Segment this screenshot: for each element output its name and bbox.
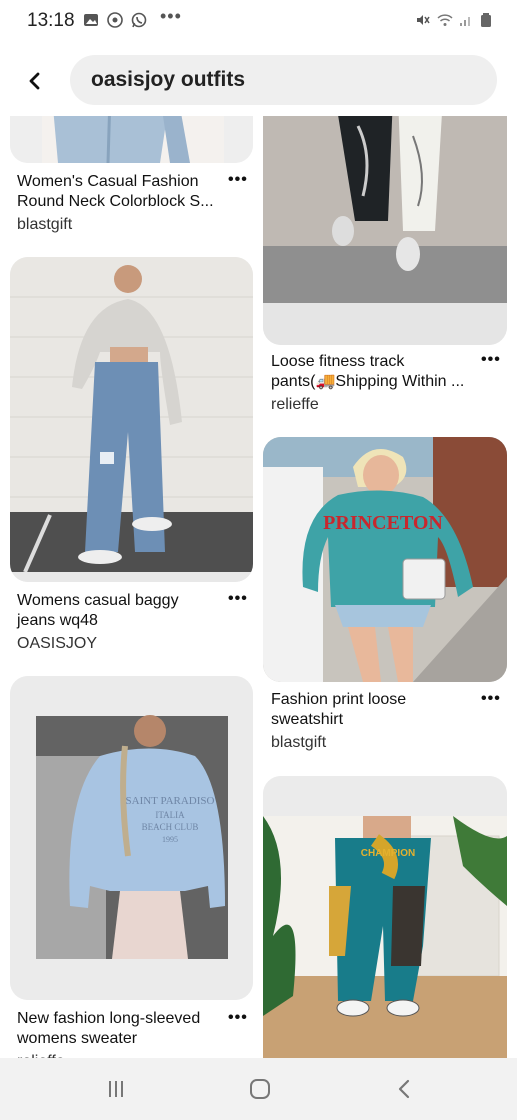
- settings-notif-icon: [107, 12, 123, 28]
- pin-title: Fashion print loose sweatshirt: [271, 691, 407, 728]
- pin-card[interactable]: CHAMPION: [260, 776, 517, 1058]
- battery-icon: [481, 13, 491, 27]
- home-icon: [250, 1079, 270, 1099]
- system-nav-bar: [0, 1058, 517, 1120]
- year-print: 1995: [162, 835, 178, 844]
- status-bar: 13:18 •••: [0, 0, 517, 42]
- italia-print: ITALIA: [155, 810, 185, 820]
- pin-title: Women's Casual Fashion Round Neck Colorb…: [17, 173, 214, 210]
- pin-card[interactable]: Women's Casual Fashion Round Neck Colorb…: [0, 116, 260, 246]
- pin-source[interactable]: relieffe: [271, 396, 319, 414]
- jeans-photo: [10, 116, 253, 163]
- pin-title: Loose fitness track pants(🚚Shipping With…: [271, 353, 465, 390]
- gallery-icon: [84, 14, 98, 26]
- wifi-icon: [437, 14, 453, 26]
- baggy-jeans-photo: [10, 257, 253, 582]
- status-overflow: •••: [160, 6, 182, 26]
- princeton-print: PRINCETON: [323, 512, 443, 534]
- pin-image[interactable]: [263, 116, 507, 345]
- home-button[interactable]: [243, 1072, 277, 1106]
- sweater-photo: SAINT PARADISO ITALIA BEACH CLUB 1995: [10, 676, 253, 1000]
- pin-card[interactable]: SAINT PARADISO ITALIA BEACH CLUB 1995 Ne…: [0, 676, 260, 1058]
- pin-card[interactable]: PRINCETON Fashion print loose sweatshirt…: [260, 437, 517, 757]
- pin-image[interactable]: PRINCETON: [263, 437, 507, 682]
- recents-button[interactable]: [99, 1072, 133, 1106]
- recents-icon: [109, 1081, 123, 1097]
- pin-more-button[interactable]: •••: [228, 1009, 248, 1027]
- pin-card[interactable]: Womens casual baggy jeans wq48 OASISJOY …: [0, 257, 260, 657]
- mute-icon: [417, 15, 430, 25]
- signal-icon: [460, 17, 470, 26]
- pin-source[interactable]: blastgift: [17, 216, 72, 234]
- pin-title: New fashion long-sleeved womens sweater: [17, 1010, 201, 1047]
- chevron-left-icon: [29, 72, 40, 90]
- back-icon: [398, 1079, 410, 1099]
- whatsapp-icon: [131, 12, 147, 28]
- search-query: oasisjoy outfits: [91, 68, 246, 91]
- pin-source[interactable]: OASISJOY: [17, 635, 97, 653]
- saint-paradiso-print: SAINT PARADISO: [126, 795, 215, 807]
- pin-card[interactable]: Loose fitness track pants(🚚Shipping With…: [260, 116, 517, 416]
- pin-feed[interactable]: Women's Casual Fashion Round Neck Colorb…: [0, 116, 517, 1058]
- teal-pants-photo: CHAMPION: [263, 776, 507, 1058]
- status-time: 13:18: [27, 10, 75, 31]
- pin-image[interactable]: [10, 257, 253, 582]
- pin-more-button[interactable]: •••: [228, 171, 248, 189]
- pin-source[interactable]: blastgift: [271, 734, 326, 752]
- pin-more-button[interactable]: •••: [481, 351, 501, 369]
- pin-more-button[interactable]: •••: [228, 590, 248, 608]
- search-input[interactable]: oasisjoy outfits: [70, 55, 497, 105]
- beach-club-print: BEACH CLUB: [142, 822, 199, 832]
- pin-title: Womens casual baggy jeans wq48: [17, 592, 179, 629]
- pin-more-button[interactable]: •••: [481, 690, 501, 708]
- track-pants-photo: [263, 116, 507, 345]
- pin-image[interactable]: SAINT PARADISO ITALIA BEACH CLUB 1995: [10, 676, 253, 1000]
- pin-image[interactable]: CHAMPION: [263, 776, 507, 1058]
- pin-image[interactable]: [10, 116, 253, 163]
- sweatshirt-photo: PRINCETON: [263, 437, 507, 682]
- nav-back-button[interactable]: [388, 1072, 422, 1106]
- pants-print: CHAMPION: [361, 848, 415, 859]
- back-button[interactable]: [18, 64, 52, 98]
